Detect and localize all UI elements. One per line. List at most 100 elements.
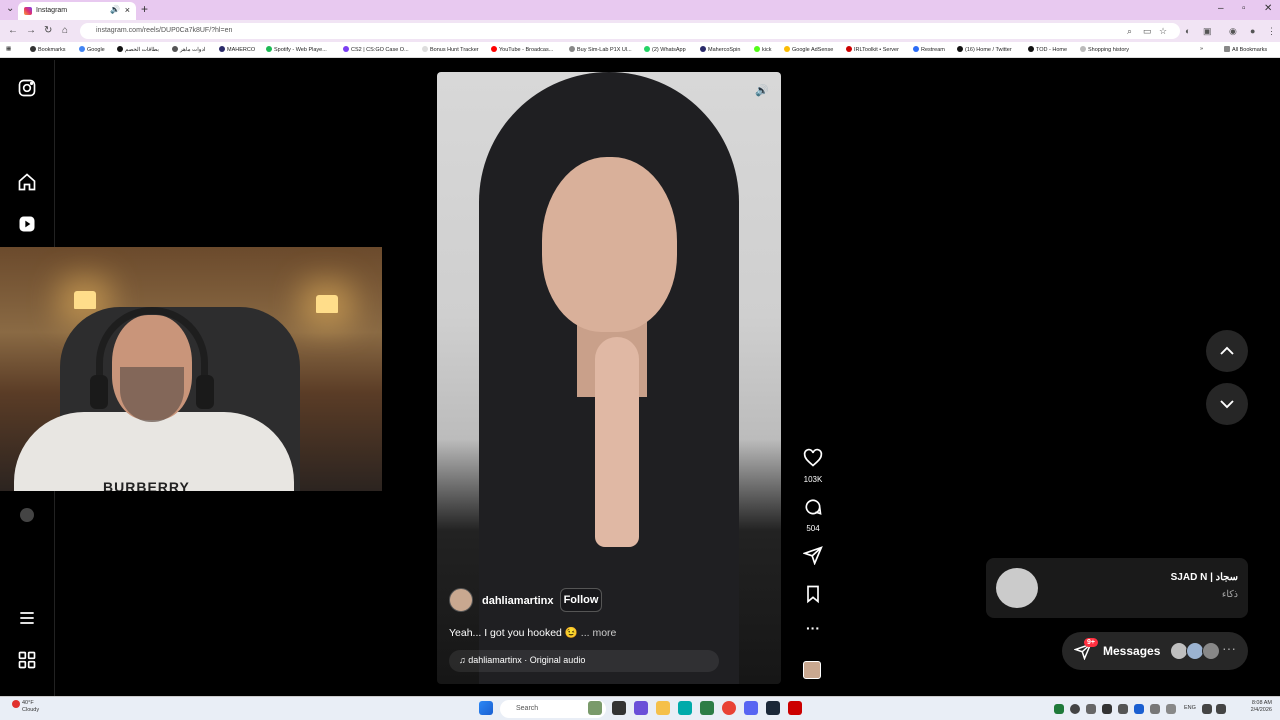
save-button[interactable]	[800, 584, 826, 609]
tray-icon[interactable]	[1070, 704, 1080, 714]
bookmark-item[interactable]: (2) WhatsApp	[644, 46, 686, 53]
next-reel-button[interactable]	[1206, 383, 1248, 425]
tab-close-icon[interactable]: ×	[125, 5, 130, 15]
bookmark-item[interactable]: Bookmarks	[30, 46, 66, 53]
audio-link[interactable]: ♫ dahliamartinx · Original audio	[449, 650, 719, 672]
bookmark-item[interactable]: CS2 | CS:GO Case O...	[343, 46, 409, 53]
tab-list-icon[interactable]: ⌄	[6, 3, 14, 14]
restore-button[interactable]: ▫	[1242, 3, 1246, 14]
reel-video[interactable]: 🔊	[437, 72, 781, 684]
bookmark-item[interactable]: (16) Home / Twitter	[957, 46, 1012, 53]
browser-tab[interactable]: Instagram 🔊 ×	[18, 2, 136, 20]
audio-label: dahliamartinx · Original audio	[468, 655, 586, 665]
tray-icon[interactable]	[1086, 704, 1096, 714]
message-notification[interactable]: SJAD N | سجاد ذكاء	[986, 558, 1248, 618]
bookmark-item[interactable]: MahercoSpin	[700, 46, 740, 53]
chrome-icon[interactable]	[722, 701, 736, 715]
bookmark-item[interactable]: Shopping history	[1080, 46, 1129, 53]
bookmark-item[interactable]: TOD - Home	[1028, 46, 1067, 53]
audio-thumbnail[interactable]	[803, 661, 821, 679]
more-options-icon[interactable]: ···	[800, 620, 826, 636]
also-from-meta-icon[interactable]	[17, 650, 37, 670]
file-explorer-icon[interactable]	[656, 701, 670, 715]
zoom-icon[interactable]: ⌕	[1127, 26, 1132, 37]
discord-icon[interactable]	[744, 701, 758, 715]
bookmark-item[interactable]: ادوات ماهر	[172, 46, 205, 53]
more-chats-icon: ···	[1222, 640, 1236, 656]
back-icon[interactable]: ←	[8, 25, 18, 36]
bookmark-item[interactable]: Google	[79, 46, 105, 53]
bookmark-item[interactable]: Google AdSense	[784, 46, 833, 53]
reel-username[interactable]: dahliamartinx	[482, 595, 554, 607]
follow-button[interactable]: Follow	[560, 588, 602, 612]
weather-widget[interactable]: 40°F Cloudy	[22, 700, 39, 714]
bookmark-item[interactable]: Bonus Hunt Tracker	[422, 46, 479, 53]
tray-icon[interactable]	[1118, 704, 1128, 714]
shirt-text: BURBERRY	[103, 479, 190, 491]
tray-icon[interactable]	[1054, 704, 1064, 714]
bookmark-item[interactable]: YouTube - Broadcas...	[491, 46, 553, 53]
extension-icon[interactable]: ◐	[1185, 26, 1190, 36]
more-menu-icon[interactable]	[17, 608, 37, 628]
bookmark-item[interactable]: Spotify - Web Playe...	[266, 46, 327, 53]
close-window-button[interactable]: ✕	[1264, 3, 1272, 14]
reel-author-avatar[interactable]	[449, 588, 473, 612]
tab-title: Instagram	[36, 7, 68, 14]
taskbar-clock[interactable]: 8:08 AM 2/4/2026	[1251, 700, 1272, 714]
reels-icon[interactable]	[17, 214, 37, 234]
forward-icon[interactable]: →	[26, 25, 36, 36]
chevron-up-icon	[1220, 346, 1234, 355]
praying-hands	[595, 337, 639, 547]
comment-button[interactable]: 504	[800, 497, 826, 533]
avatar-icon[interactable]: ●	[1250, 26, 1255, 36]
new-tab-button[interactable]: +	[141, 2, 148, 16]
instagram-page: BURBERRY 🔊 dahliamartinx Follow Yeah... …	[0, 60, 1280, 696]
bookmarks-overflow-icon[interactable]: »	[1200, 46, 1203, 52]
minimize-button[interactable]: –	[1218, 3, 1224, 14]
windows-start-icon[interactable]	[479, 701, 493, 715]
bookmarks-bar: ▦ Bookmarks Google بطاقات الخصم ادوات ما…	[0, 42, 1280, 58]
taskbar: 40°F Cloudy Search ENG 8:08 AM 2/4/2026	[0, 696, 1280, 720]
instagram-logo-icon[interactable]	[17, 78, 37, 98]
steam-icon[interactable]	[766, 701, 780, 715]
bookmark-item[interactable]: Buy Sim-Lab P1X Ul...	[569, 46, 632, 53]
bookmark-item[interactable]: Restream	[913, 46, 945, 53]
edge-icon[interactable]	[678, 701, 692, 715]
sound-icon[interactable]: 🔊	[755, 84, 771, 100]
like-button[interactable]: 103K	[800, 448, 826, 484]
task-view-icon[interactable]	[612, 701, 626, 715]
app-icon[interactable]	[788, 701, 802, 715]
language-indicator[interactable]: ENG	[1184, 705, 1196, 711]
bookmark-item[interactable]: بطاقات الخصم	[117, 46, 159, 53]
caption-more-link[interactable]: ... more	[581, 627, 617, 639]
apps-icon[interactable]: ▦	[6, 46, 11, 52]
reel-caption: Yeah... I got you hooked 😉 ... more	[449, 626, 616, 639]
all-bookmarks[interactable]: All Bookmarks	[1224, 46, 1267, 53]
app-icon[interactable]	[700, 701, 714, 715]
downloads-icon[interactable]: ▣	[1203, 26, 1212, 37]
share-button[interactable]	[800, 545, 826, 570]
bookmark-item[interactable]: IRLToolkit • Server	[846, 46, 899, 53]
cast-icon[interactable]: ▭	[1143, 26, 1152, 37]
menu-kebab-icon[interactable]: ⋮	[1267, 26, 1276, 37]
home-icon[interactable]	[17, 172, 37, 192]
tray-icon[interactable]	[1102, 704, 1112, 714]
previous-reel-button[interactable]	[1206, 330, 1248, 372]
volume-icon[interactable]	[1216, 704, 1226, 714]
profile-icon[interactable]: ◉	[1229, 26, 1237, 37]
bookmark-item[interactable]: MAHERCO	[219, 46, 255, 53]
bookmark-item[interactable]: kick	[754, 46, 771, 53]
bookmark-star-icon[interactable]: ☆	[1159, 26, 1167, 37]
tray-icon[interactable]	[1134, 704, 1144, 714]
url-field[interactable]: instagram.com/reels/DUP0Ca7k8UF/?hl=en	[80, 23, 1180, 39]
tab-audio-icon[interactable]: 🔊	[110, 5, 120, 14]
search-highlight-icon	[588, 701, 602, 715]
bluetooth-icon[interactable]	[1166, 704, 1176, 714]
home-icon[interactable]: ⌂	[62, 25, 68, 36]
copilot-icon[interactable]	[634, 701, 648, 715]
wifi-icon[interactable]	[1202, 704, 1212, 714]
messages-button[interactable]: 9+ Messages ···	[1062, 632, 1248, 670]
tray-icon[interactable]	[1150, 704, 1160, 714]
reload-icon[interactable]: ↻	[44, 25, 52, 36]
profile-avatar-icon[interactable]	[20, 508, 34, 522]
